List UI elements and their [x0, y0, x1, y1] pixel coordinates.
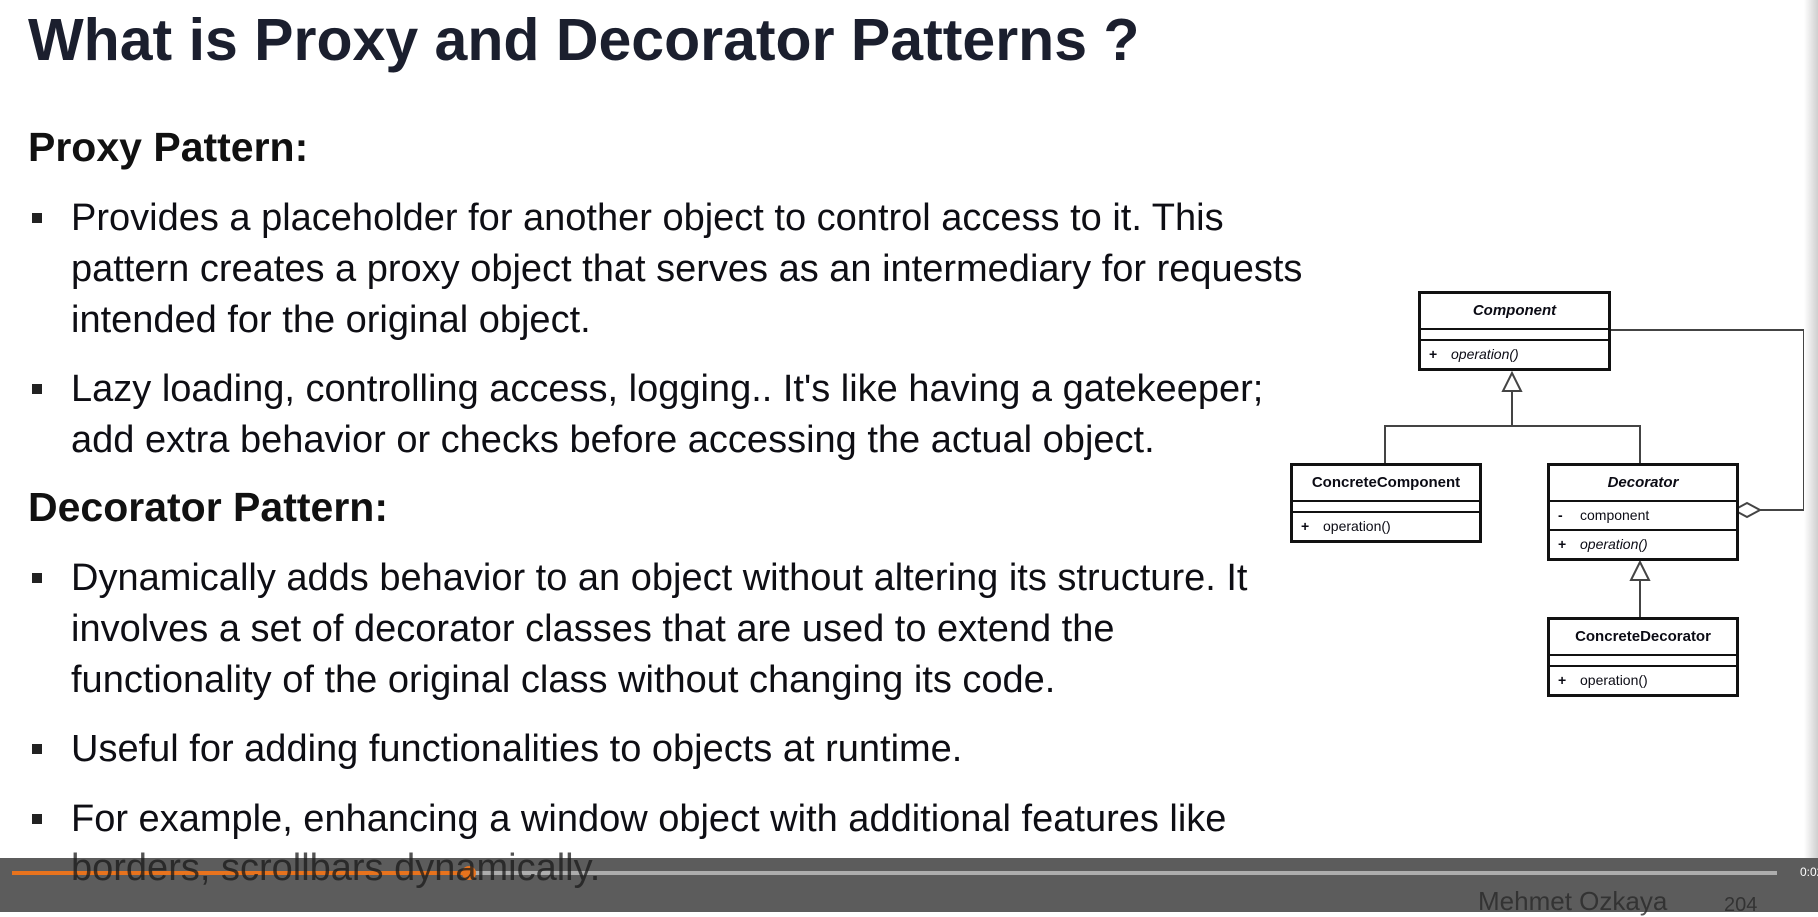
uml-class-component: Component + operation(): [1418, 291, 1611, 371]
uml-operation: + operation(): [1550, 531, 1736, 558]
uml-class-concrete-component: ConcreteComponent + operation(): [1290, 463, 1482, 543]
uml-class-name: Component: [1421, 294, 1608, 330]
uml-divider: [1550, 656, 1736, 667]
footer-author: Mehmet Ozkaya: [1478, 886, 1668, 916]
window-edge: [1804, 0, 1818, 858]
uml-visibility: +: [1429, 346, 1438, 362]
uml-class-name: ConcreteDecorator: [1550, 620, 1736, 656]
uml-operation: + operation(): [1421, 341, 1608, 368]
uml-divider: [1421, 330, 1608, 341]
uml-operation-name: operation(): [1323, 518, 1391, 534]
uml-visibility: -: [1558, 507, 1563, 523]
page-number: 204: [1724, 894, 1758, 916]
uml-operation: + operation(): [1293, 513, 1479, 540]
uml-attribute-name: component: [1580, 507, 1650, 523]
uml-class-decorator: Decorator - component + operation(): [1547, 463, 1739, 561]
uml-operation-name: operation(): [1451, 346, 1519, 362]
uml-operation-name: operation(): [1580, 536, 1648, 552]
uml-connectors: [1384, 329, 1805, 617]
uml-operation-name: operation(): [1580, 672, 1648, 688]
uml-visibility: +: [1558, 672, 1567, 688]
uml-attribute: - component: [1550, 502, 1736, 531]
time-display: 0:02: [1800, 865, 1818, 879]
uml-visibility: +: [1558, 536, 1567, 552]
uml-class-name: ConcreteComponent: [1293, 466, 1479, 502]
slide: What is Proxy and Decorator Patterns ? P…: [0, 0, 1818, 912]
uml-operation: + operation(): [1550, 667, 1736, 694]
partial-bullet-line: borders, scrollbars dynamically.: [71, 847, 601, 889]
uml-class-concrete-decorator: ConcreteDecorator + operation(): [1547, 617, 1739, 697]
uml-divider: [1293, 502, 1479, 513]
uml-class-name: Decorator: [1550, 466, 1736, 502]
uml-visibility: +: [1301, 518, 1310, 534]
